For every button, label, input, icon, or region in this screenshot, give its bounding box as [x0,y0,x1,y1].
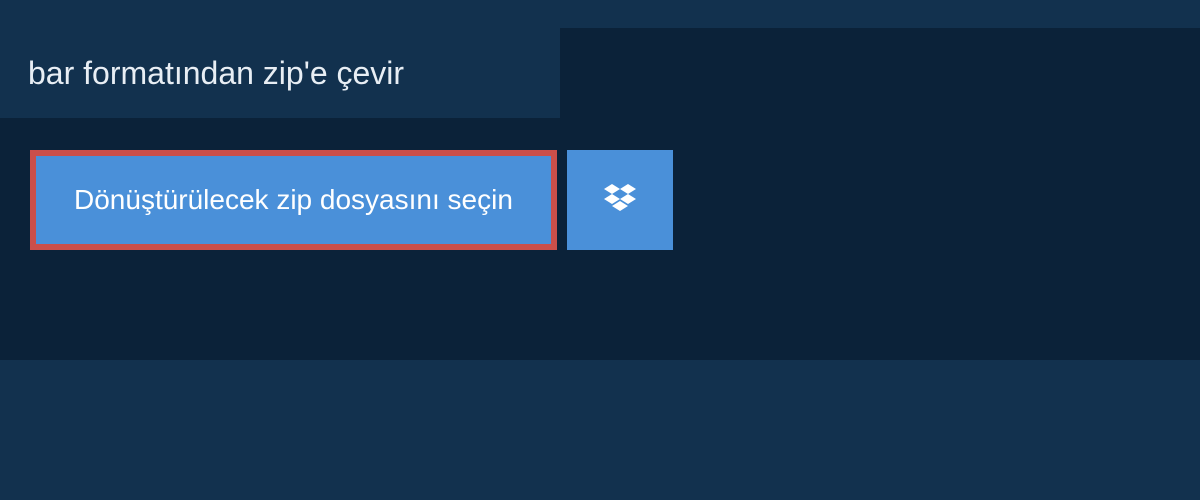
upload-row: Dönüştürülecek zip dosyasını seçin [30,150,673,250]
dropbox-button[interactable] [567,150,673,250]
select-file-label: Dönüştürülecek zip dosyasını seçin [74,184,513,216]
page-container: bar formatından zip'e çevir Dönüştürülec… [0,0,1200,500]
page-title: bar formatından zip'e çevir [28,55,404,92]
title-tab: bar formatından zip'e çevir [0,28,560,118]
dropbox-icon [600,180,640,220]
select-file-button[interactable]: Dönüştürülecek zip dosyasını seçin [30,150,557,250]
